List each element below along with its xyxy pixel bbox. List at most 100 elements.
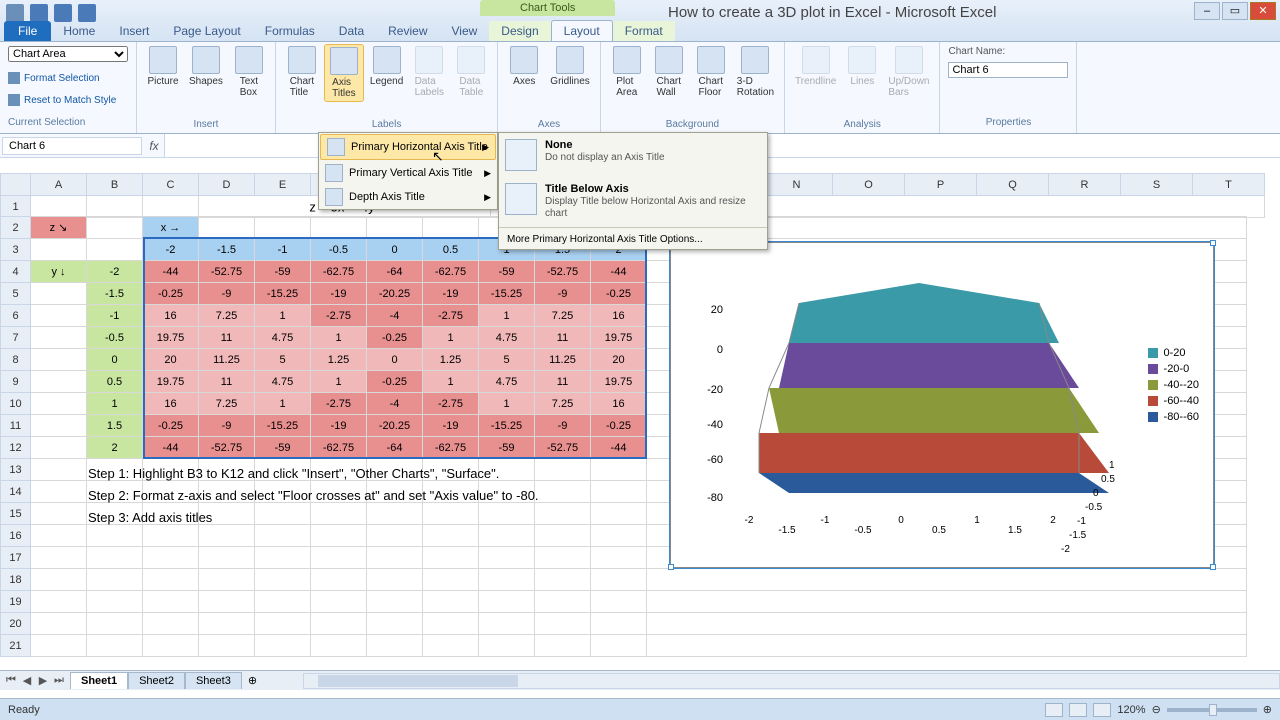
row-header[interactable]: 13 [1, 459, 31, 481]
cell[interactable]: 11 [535, 327, 591, 349]
cell[interactable]: -59 [255, 261, 311, 283]
cell[interactable] [199, 613, 255, 635]
cell[interactable]: 1.25 [311, 349, 367, 371]
cell[interactable]: -2.75 [423, 393, 479, 415]
row-header[interactable]: 10 [1, 393, 31, 415]
cell[interactable] [423, 591, 479, 613]
cell[interactable] [31, 569, 87, 591]
chart-element-selector[interactable]: Chart Area [8, 46, 128, 62]
cell[interactable]: 1 [311, 371, 367, 393]
row-header[interactable]: 3 [1, 239, 31, 261]
zoom-in-icon[interactable]: ⊕ [1263, 703, 1272, 716]
cell[interactable] [591, 569, 647, 591]
cell[interactable]: -0.25 [143, 415, 199, 437]
tab-design[interactable]: Design [489, 21, 550, 41]
cell[interactable]: -9 [199, 283, 255, 305]
horizontal-scrollbar[interactable] [303, 673, 1280, 689]
cell[interactable] [591, 591, 647, 613]
cell[interactable]: 5 [479, 349, 535, 371]
cell[interactable] [423, 547, 479, 569]
last-sheet-icon[interactable]: ⏭ [52, 674, 66, 687]
cell[interactable]: -20.25 [367, 415, 423, 437]
cell[interactable]: -19 [311, 283, 367, 305]
prev-sheet-icon[interactable]: ◀ [20, 674, 34, 687]
axes-button[interactable]: Axes [504, 44, 544, 89]
cell[interactable] [31, 239, 87, 261]
next-sheet-icon[interactable]: ▶ [36, 674, 50, 687]
cell[interactable] [31, 525, 87, 547]
row-header[interactable]: 7 [1, 327, 31, 349]
plot-area-button[interactable]: Plot Area [607, 44, 647, 100]
cell[interactable]: 4.75 [479, 371, 535, 393]
cell[interactable] [311, 635, 367, 657]
cell[interactable]: 0.5 [87, 371, 143, 393]
row-header[interactable]: 14 [1, 481, 31, 503]
cell[interactable]: y ↓ [31, 261, 87, 283]
cell[interactable] [479, 569, 535, 591]
select-all[interactable] [1, 174, 31, 196]
cell[interactable]: -15.25 [479, 283, 535, 305]
cell[interactable] [535, 525, 591, 547]
cell[interactable] [87, 613, 143, 635]
cell[interactable] [31, 393, 87, 415]
cell[interactable] [647, 613, 1247, 635]
cell[interactable]: -0.25 [367, 371, 423, 393]
cell[interactable] [31, 635, 87, 657]
row-header[interactable]: 18 [1, 569, 31, 591]
cell[interactable]: -59 [255, 437, 311, 459]
cell[interactable] [535, 569, 591, 591]
sheet-tab[interactable]: Sheet2 [128, 672, 185, 689]
cell[interactable] [255, 569, 311, 591]
textbox-button[interactable]: Text Box [229, 44, 269, 100]
rotation-button[interactable]: 3-D Rotation [733, 44, 778, 100]
row-header[interactable]: 8 [1, 349, 31, 371]
cell[interactable] [87, 591, 143, 613]
col-header[interactable]: E [255, 174, 311, 196]
cell[interactable]: 20 [591, 349, 647, 371]
cell[interactable] [31, 371, 87, 393]
chart-floor-button[interactable]: Chart Floor [691, 44, 731, 100]
cell[interactable]: -62.75 [311, 261, 367, 283]
tab-layout[interactable]: Layout [551, 20, 613, 41]
cell[interactable]: -2 [143, 239, 199, 261]
cell[interactable]: -2.75 [423, 305, 479, 327]
cell[interactable]: 0 [367, 349, 423, 371]
cell[interactable]: -0.25 [591, 415, 647, 437]
cell[interactable] [535, 503, 591, 525]
row-header[interactable]: 2 [1, 217, 31, 239]
cell[interactable]: -1 [255, 239, 311, 261]
cell[interactable]: -2.75 [311, 393, 367, 415]
cell[interactable]: -20.25 [367, 283, 423, 305]
tab-view[interactable]: View [440, 21, 490, 41]
cell[interactable]: -44 [591, 261, 647, 283]
row-header[interactable]: 15 [1, 503, 31, 525]
cell[interactable]: 1 [311, 327, 367, 349]
row-header[interactable]: 1 [1, 196, 31, 218]
cell[interactable] [367, 635, 423, 657]
cell[interactable] [31, 283, 87, 305]
cell[interactable]: 4.75 [479, 327, 535, 349]
minimize-button[interactable]: – [1194, 2, 1220, 20]
cell[interactable]: 1 [87, 393, 143, 415]
cell[interactable] [199, 635, 255, 657]
cell[interactable]: -0.5 [311, 239, 367, 261]
menu-primary-vertical[interactable]: Primary Vertical Axis Title▶ [319, 161, 497, 185]
cell[interactable] [87, 239, 143, 261]
cell[interactable] [31, 327, 87, 349]
cell[interactable]: -0.25 [591, 283, 647, 305]
cell[interactable]: 11 [199, 327, 255, 349]
cell[interactable]: 19.75 [143, 327, 199, 349]
col-header[interactable]: S [1121, 174, 1193, 196]
cell[interactable]: -59 [479, 261, 535, 283]
chart-title-button[interactable]: Chart Title [282, 44, 322, 102]
cell[interactable] [31, 437, 87, 459]
cell[interactable] [31, 613, 87, 635]
cell[interactable]: 1.25 [423, 349, 479, 371]
cell[interactable] [31, 481, 87, 503]
cell[interactable] [479, 613, 535, 635]
tab-formulas[interactable]: Formulas [253, 21, 327, 41]
cell[interactable] [311, 217, 367, 239]
cell[interactable]: -44 [591, 437, 647, 459]
row-header[interactable]: 6 [1, 305, 31, 327]
cell[interactable] [311, 547, 367, 569]
